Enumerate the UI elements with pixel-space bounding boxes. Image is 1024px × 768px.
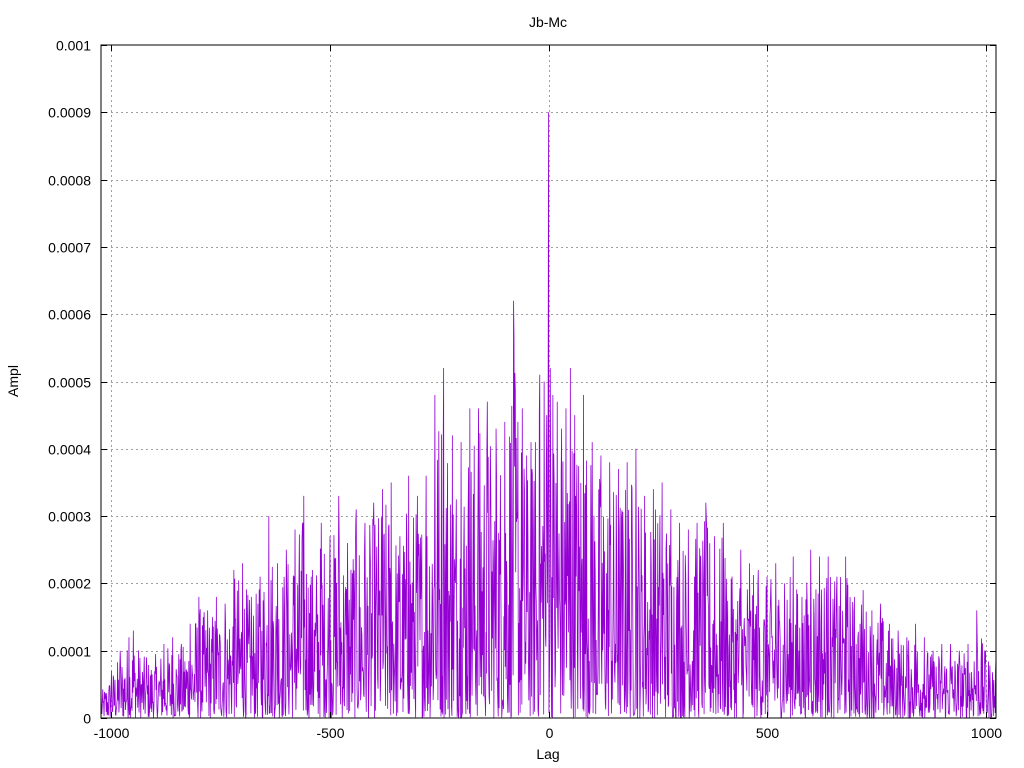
signal-line	[100, 112, 997, 719]
chart-container: -1000 -500 0 500 1000 0 0.0001 0.0002 0.0003 0.00…	[0, 0, 1024, 768]
y-tick-label: 0.001	[56, 38, 91, 54]
y-tick-label: 0.0008	[48, 173, 91, 189]
x-tick-label: -500	[316, 725, 344, 741]
y-tick-label: 0.0005	[48, 375, 91, 391]
x-tick-label: -1000	[94, 725, 130, 741]
x-tick-label: 500	[756, 725, 780, 741]
y-axis-title: Ampl	[5, 365, 21, 397]
y-tick-label: 0.0002	[48, 576, 91, 592]
x-tick-label: 1000	[971, 725, 1002, 741]
y-tick-label: 0.0003	[48, 509, 91, 525]
x-tick-label: 0	[546, 725, 554, 741]
plot-area	[100, 112, 997, 719]
y-tick-label: 0.0006	[48, 307, 91, 323]
ticks: -1000 -500 0 500 1000 0 0.0001 0.0002 0.0003 0.00…	[48, 38, 1002, 742]
chart-title: Jb-Mc	[529, 14, 567, 30]
y-tick-label: 0.0007	[48, 240, 91, 256]
y-tick-label: 0.0009	[48, 105, 91, 121]
y-tick-label: 0.0004	[48, 442, 91, 458]
y-tick-label: 0	[83, 711, 91, 727]
y-tick-label: 0.0001	[48, 644, 91, 660]
x-axis-title: Lag	[536, 746, 559, 762]
correlation-chart: -1000 -500 0 500 1000 0 0.0001 0.0002 0.0003 0.00…	[5, 14, 1002, 762]
